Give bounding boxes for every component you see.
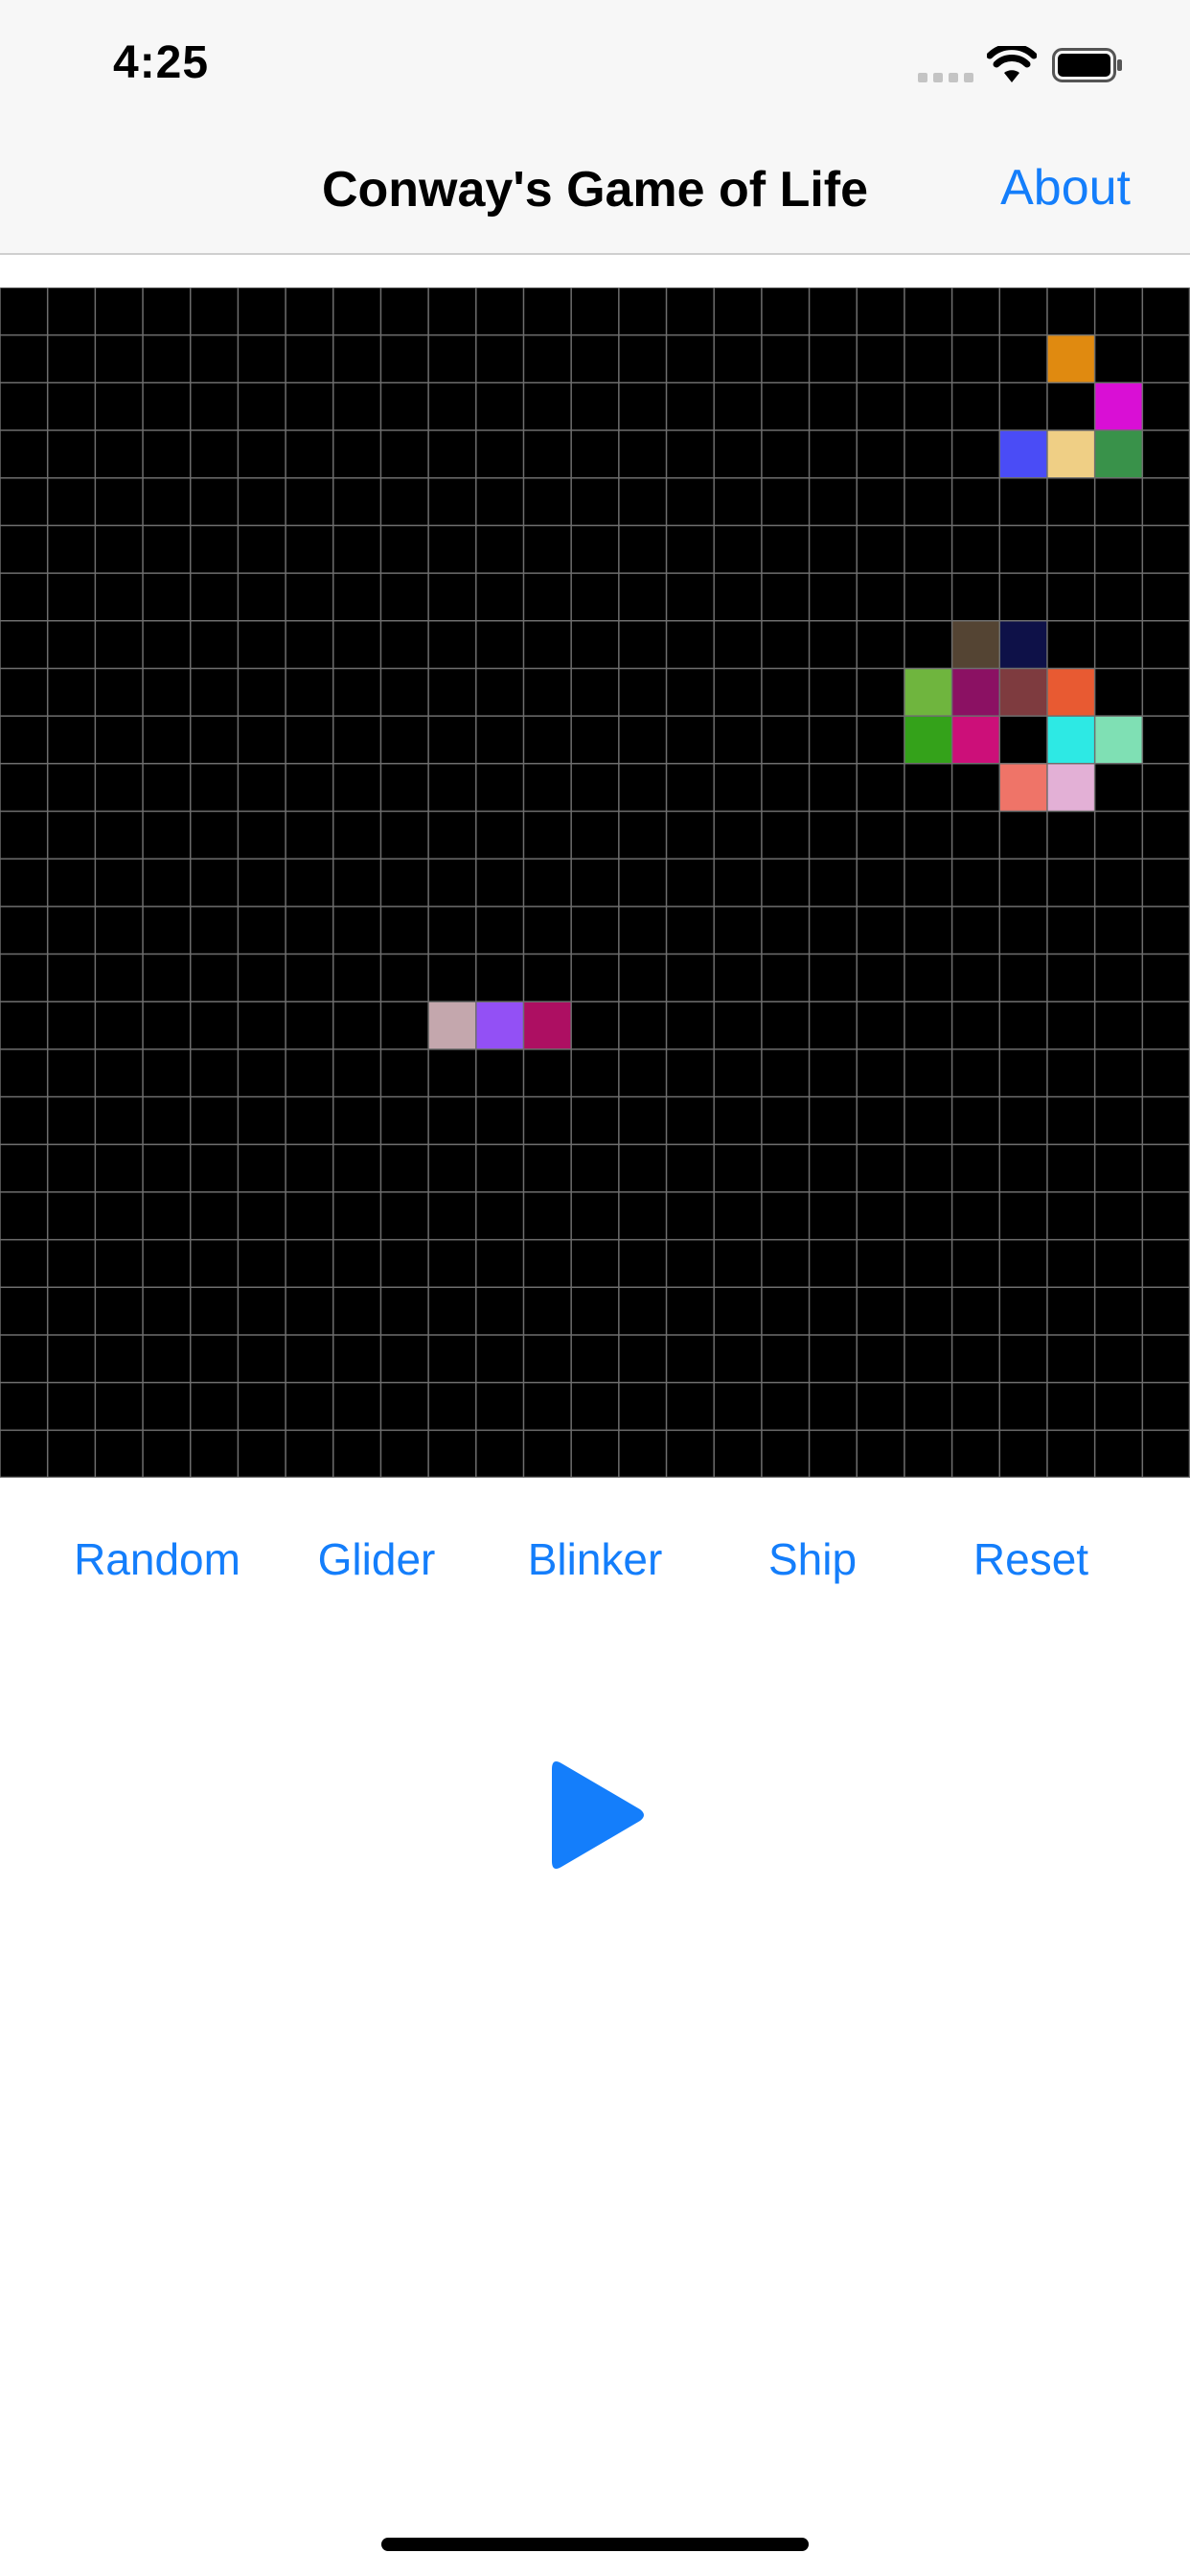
live-cell[interactable]	[951, 668, 1000, 717]
battery-icon	[1052, 48, 1122, 82]
live-cell[interactable]	[904, 716, 952, 764]
status-time: 4:25	[113, 37, 210, 88]
blinker-button[interactable]: Blinker	[528, 1533, 663, 1585]
live-cell[interactable]	[999, 763, 1047, 812]
ship-button[interactable]: Ship	[768, 1533, 857, 1585]
live-cell[interactable]	[1046, 430, 1095, 478]
live-cell[interactable]	[1094, 716, 1143, 764]
game-board[interactable]	[0, 288, 1190, 1478]
cellular-signal-icon	[918, 73, 973, 82]
about-button[interactable]: About	[1000, 159, 1131, 217]
live-cell[interactable]	[1046, 763, 1095, 812]
live-cell[interactable]	[951, 716, 1000, 764]
glider-button[interactable]: Glider	[318, 1533, 436, 1585]
wifi-icon	[987, 46, 1037, 82]
live-cell[interactable]	[951, 620, 1000, 669]
status-bar: 4:25	[0, 0, 1190, 134]
live-cell[interactable]	[475, 1001, 524, 1049]
live-cell[interactable]	[1046, 716, 1095, 764]
reset-button[interactable]: Reset	[973, 1533, 1088, 1585]
pattern-controls: Random Glider Blinker Ship Reset	[0, 1533, 1190, 1600]
live-cell[interactable]	[1094, 382, 1143, 431]
live-cell[interactable]	[999, 668, 1047, 717]
live-cell[interactable]	[523, 1001, 572, 1049]
live-cell[interactable]	[999, 430, 1047, 478]
live-cell[interactable]	[428, 1001, 476, 1049]
live-cell[interactable]	[1094, 430, 1143, 478]
play-icon	[552, 1761, 644, 1869]
live-cell[interactable]	[1046, 668, 1095, 717]
navigation-bar: Conway's Game of Life About	[0, 134, 1190, 255]
home-indicator	[381, 2538, 809, 2551]
play-button[interactable]	[548, 1760, 648, 1871]
live-cell[interactable]	[999, 620, 1047, 669]
random-button[interactable]: Random	[74, 1533, 240, 1585]
live-cell[interactable]	[904, 668, 952, 717]
live-cell[interactable]	[1046, 334, 1095, 383]
